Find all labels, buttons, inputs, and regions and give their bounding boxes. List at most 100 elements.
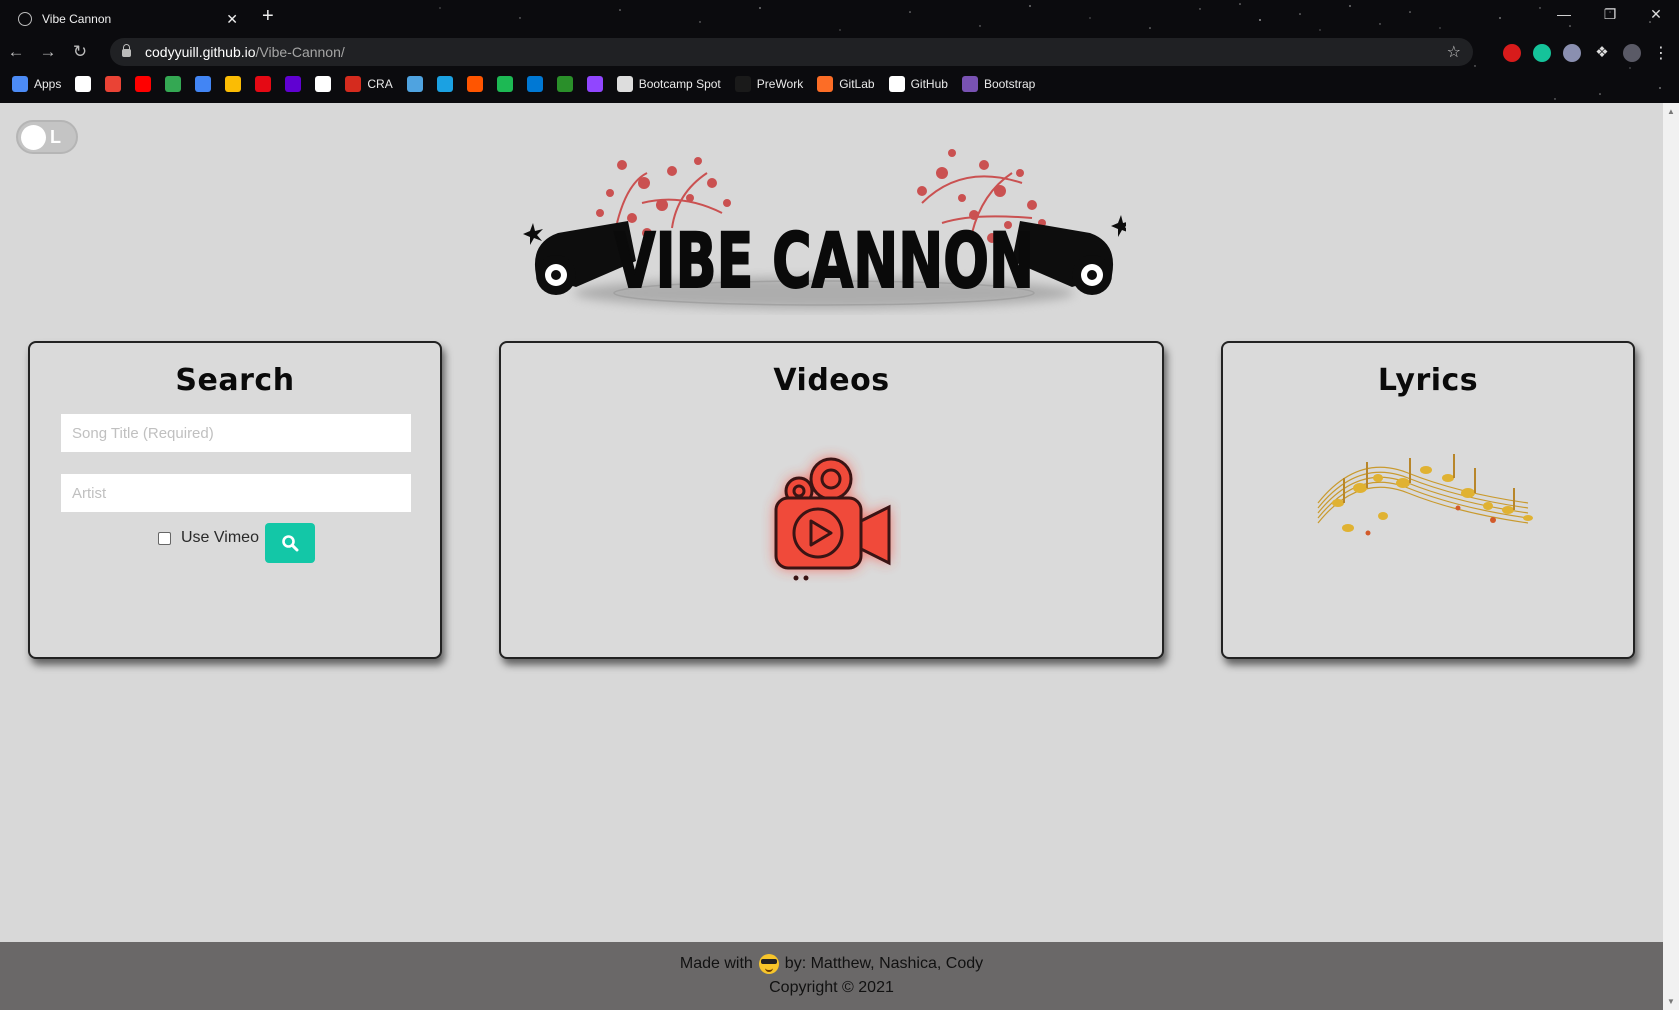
- new-tab-button[interactable]: +: [262, 5, 274, 28]
- vertical-scrollbar[interactable]: ▲ ▼: [1663, 103, 1679, 1010]
- bookmark-item[interactable]: [105, 76, 122, 92]
- puzzle-extensions-icon[interactable]: ❖: [1593, 44, 1611, 62]
- notion-icon: [436, 76, 453, 92]
- url-path: /Vibe-Cannon/: [255, 44, 345, 60]
- use-vimeo-checkbox[interactable]: [158, 531, 171, 545]
- music-notes-icon: [1317, 454, 1533, 536]
- soundcloud-icon: [466, 76, 483, 92]
- copyright-text: Copyright © 2021: [769, 979, 894, 996]
- forward-arrow-icon[interactable]: →: [32, 42, 64, 62]
- drive-icon: [225, 76, 242, 92]
- song-title-input[interactable]: [61, 414, 411, 452]
- bookmark-item[interactable]: GitHub: [888, 76, 948, 92]
- authors-text: by: Matthew, Nashica, Cody: [784, 955, 984, 972]
- bookmark-item[interactable]: PreWork: [734, 76, 804, 92]
- amazon-icon: [315, 76, 332, 92]
- scroll-down-icon[interactable]: ▼: [1667, 997, 1675, 1006]
- twitch-icon: [586, 76, 603, 92]
- toggle-label: L: [50, 127, 61, 147]
- browser-chrome: Vibe Cannon ✕ + — ❐ ✕ ← → ↻ codyyuill.gi…: [0, 0, 1679, 103]
- url-host: codyyuill.github.io: [145, 44, 256, 60]
- bookmark-label: GitLab: [839, 77, 875, 91]
- yahoo-icon: [285, 76, 302, 92]
- bookmark-item[interactable]: GitLab: [817, 76, 875, 92]
- search-button[interactable]: [265, 523, 315, 563]
- webex-icon: [526, 76, 543, 92]
- menu-kebab-icon[interactable]: ⋮: [1653, 43, 1669, 63]
- restore-icon[interactable]: ❐: [1587, 0, 1633, 30]
- bookmark-item[interactable]: Bootstrap: [961, 76, 1036, 92]
- window-controls: — ❐ ✕: [1541, 0, 1679, 30]
- extensions-area: ❖ ⋮: [1503, 39, 1669, 67]
- use-vimeo-option[interactable]: Use Vimeo: [158, 529, 259, 547]
- search-icon: [282, 535, 299, 552]
- bookmark-item[interactable]: [466, 76, 483, 92]
- bookmark-item[interactable]: [406, 76, 423, 92]
- bookmark-item[interactable]: [195, 76, 212, 92]
- browser-tab[interactable]: Vibe Cannon ✕: [8, 4, 248, 34]
- scroll-up-icon[interactable]: ▲: [1667, 107, 1675, 116]
- use-vimeo-label: Use Vimeo: [181, 529, 259, 546]
- bookmark-item[interactable]: [315, 76, 332, 92]
- adblock-extension-icon[interactable]: [1503, 44, 1521, 62]
- bookmark-item[interactable]: [586, 76, 603, 92]
- bookmark-item[interactable]: [526, 76, 543, 92]
- video-camera-icon: [774, 457, 891, 581]
- gmail-icon: [105, 76, 122, 92]
- bookmark-item[interactable]: [496, 76, 513, 92]
- spotify-icon: [496, 76, 513, 92]
- made-with-text: Made with: [679, 955, 753, 972]
- lock-icon: [122, 44, 131, 57]
- calendar-icon: [75, 76, 92, 92]
- bookmark-label: Apps: [34, 77, 62, 91]
- bookmark-item[interactable]: [135, 76, 152, 92]
- bookmark-item[interactable]: CRA: [345, 76, 393, 92]
- bookmark-item[interactable]: [556, 76, 573, 92]
- maple-leaf-icon: [345, 76, 362, 92]
- bookmark-item[interactable]: [165, 76, 182, 92]
- bookmark-item[interactable]: [225, 76, 242, 92]
- globe-icon: [18, 12, 32, 26]
- bookmark-label: Bootstrap: [983, 77, 1036, 91]
- extension-icon[interactable]: [1563, 44, 1581, 62]
- logo-text: VIBE CANNON: [614, 216, 1034, 305]
- bookmarks-bar: Apps CRA Bootcamp Spot PreWork GitLab GitHub B…: [0, 70, 1679, 98]
- search-title: Search: [175, 363, 295, 398]
- bookmark-label: PreWork: [756, 77, 804, 91]
- lyrics-title: Lyrics: [1377, 363, 1479, 398]
- github-icon: [888, 76, 905, 92]
- bookmark-label: CRA: [367, 77, 393, 91]
- address-bar[interactable]: codyyuill.github.io/Vibe-Cannon/ ☆: [110, 38, 1473, 66]
- bookmark-item[interactable]: Apps: [12, 76, 61, 92]
- bookmark-item[interactable]: [75, 76, 92, 92]
- browser-toolbar: ← → ↻ codyyuill.github.io/Vibe-Cannon/ ☆…: [0, 36, 1679, 68]
- netflix-icon: [255, 76, 272, 92]
- theme-toggle[interactable]: L: [16, 120, 78, 154]
- bookmark-item[interactable]: [285, 76, 302, 92]
- close-tab-icon[interactable]: ✕: [226, 11, 238, 28]
- tab-strip: Vibe Cannon ✕ + — ❐ ✕: [0, 0, 1679, 34]
- cloud-download-icon: [406, 76, 423, 92]
- search-card: Search Use Vimeo: [28, 341, 442, 659]
- bookmark-star-icon[interactable]: ☆: [1447, 42, 1461, 62]
- artist-input[interactable]: [61, 474, 411, 512]
- td-bank-icon: [556, 76, 573, 92]
- reload-icon[interactable]: ↻: [64, 42, 96, 62]
- bookmark-item[interactable]: Bootcamp Spot: [616, 76, 721, 92]
- bootstrap-icon: [961, 76, 978, 92]
- profile-avatar-icon[interactable]: [1623, 44, 1641, 62]
- close-window-icon[interactable]: ✕: [1633, 0, 1679, 30]
- bookmark-item[interactable]: [255, 76, 272, 92]
- toggle-knob: [21, 125, 46, 150]
- page-content: L VIBE CANNON Search Song Title (Require…: [0, 103, 1663, 1010]
- videos-card: Videos: [499, 341, 1164, 659]
- tab-title: Vibe Cannon: [42, 12, 112, 26]
- bookmark-icon: [734, 76, 751, 92]
- grammarly-extension-icon[interactable]: [1533, 44, 1551, 62]
- minimize-icon[interactable]: —: [1541, 0, 1587, 30]
- translate-icon: [195, 76, 212, 92]
- back-arrow-icon[interactable]: ←: [0, 42, 32, 62]
- apps-grid-icon: [12, 76, 28, 92]
- bookmark-item[interactable]: [436, 76, 453, 92]
- maps-icon: [165, 76, 182, 92]
